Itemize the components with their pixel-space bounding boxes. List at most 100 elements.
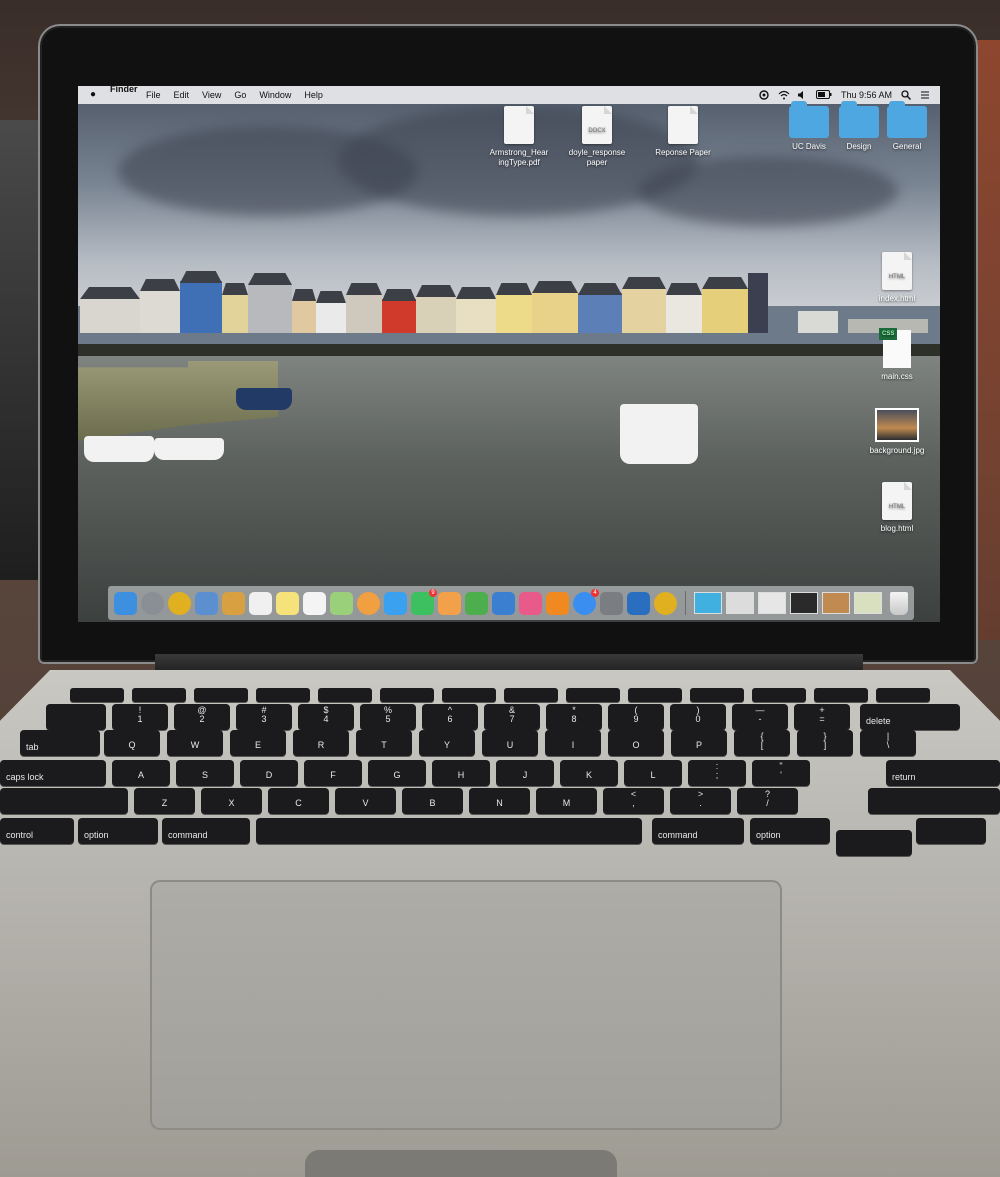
delete-key[interactable]: delete <box>860 704 960 730</box>
space-bar[interactable] <box>256 818 642 844</box>
key-number-row[interactable]: % 5 <box>360 704 416 730</box>
volume-icon[interactable] <box>797 90 807 100</box>
finder-icon[interactable] <box>114 591 137 615</box>
desktop-folder-general[interactable]: General <box>872 101 940 152</box>
numbers-icon[interactable] <box>465 591 488 615</box>
battery-icon[interactable] <box>815 90 832 100</box>
key-letter[interactable]: H <box>432 760 490 786</box>
contacts-icon[interactable] <box>222 591 245 615</box>
messages-icon[interactable] <box>384 591 407 615</box>
function-key[interactable] <box>690 688 744 702</box>
function-key[interactable] <box>318 688 372 702</box>
left-option-key[interactable]: option <box>78 818 158 844</box>
trash-icon[interactable] <box>890 591 908 615</box>
key-letter[interactable]: C <box>268 788 329 814</box>
list-icon[interactable] <box>920 90 930 100</box>
key-letter[interactable]: Y <box>419 730 475 756</box>
function-key[interactable] <box>876 688 930 702</box>
dock-stack-thumbnail[interactable] <box>854 592 882 614</box>
chrome-canary-icon[interactable] <box>654 591 677 615</box>
function-key[interactable] <box>566 688 620 702</box>
key-letter[interactable]: ? / <box>737 788 798 814</box>
desktop-file-index-html[interactable]: HTML index.html <box>862 252 932 304</box>
arrow-up-key[interactable] <box>916 818 986 844</box>
brackets-icon[interactable] <box>627 591 650 615</box>
desktop-file-reponse-paper[interactable]: Reponse Paper <box>648 106 718 158</box>
launchpad-icon[interactable] <box>141 591 164 615</box>
key-letter[interactable]: Q <box>104 730 160 756</box>
left-shift-key[interactable] <box>0 788 128 814</box>
key-letter[interactable]: P <box>671 730 727 756</box>
dock-stack-thumbnail[interactable] <box>694 592 722 614</box>
right-option-key[interactable]: option <box>750 818 830 844</box>
function-key[interactable] <box>504 688 558 702</box>
right-shift-key[interactable] <box>868 788 1000 814</box>
function-key[interactable] <box>70 688 124 702</box>
key-letter[interactable]: { [ <box>734 730 790 756</box>
key-number-row[interactable]: + = <box>794 704 850 730</box>
key-letter[interactable]: M <box>536 788 597 814</box>
key-letter[interactable]: N <box>469 788 530 814</box>
itunes-icon[interactable] <box>519 591 542 615</box>
key-number-row[interactable]: ) 0 <box>670 704 726 730</box>
key-number-row[interactable]: * 8 <box>546 704 602 730</box>
return-key[interactable]: return <box>886 760 1000 786</box>
dock-stack-thumbnail[interactable] <box>790 592 818 614</box>
desktop-file-doyle[interactable]: DOCX doyle_response paper <box>562 106 632 168</box>
menu-edit[interactable]: Edit <box>174 90 190 100</box>
left-command-key[interactable]: command <box>162 818 250 844</box>
key-letter[interactable]: D <box>240 760 298 786</box>
wifi-icon[interactable] <box>778 90 790 100</box>
key-letter[interactable]: J <box>496 760 554 786</box>
system-preferences-icon[interactable] <box>600 591 623 615</box>
preview-icon[interactable] <box>195 591 218 615</box>
key-letter[interactable]: X <box>201 788 262 814</box>
desktop-file-background-jpg[interactable]: background.jpg <box>862 408 932 456</box>
right-command-key[interactable]: command <box>652 818 744 844</box>
key-letter[interactable]: < , <box>603 788 664 814</box>
key-number-row[interactable]: # 3 <box>236 704 292 730</box>
key-number-row[interactable]: & 7 <box>484 704 540 730</box>
dock-stack-thumbnail[interactable] <box>726 592 754 614</box>
function-key[interactable] <box>256 688 310 702</box>
reminders-icon[interactable] <box>303 591 326 615</box>
key-letter[interactable]: Z <box>134 788 195 814</box>
tab-key[interactable]: tab <box>20 730 100 756</box>
apple-menu-icon[interactable]: ● <box>90 89 102 101</box>
key-letter[interactable]: W <box>167 730 223 756</box>
key-letter[interactable]: I <box>545 730 601 756</box>
key-letter[interactable]: E <box>230 730 286 756</box>
chrome-icon[interactable] <box>168 591 191 615</box>
dock-stack-thumbnail[interactable] <box>758 592 786 614</box>
calendar-icon[interactable] <box>249 591 272 615</box>
maps-icon[interactable] <box>330 591 353 615</box>
arrow-left-key[interactable] <box>836 830 912 856</box>
function-key[interactable] <box>132 688 186 702</box>
photos-icon[interactable] <box>357 591 380 615</box>
key-letter[interactable]: } ] <box>797 730 853 756</box>
desktop-file-main-css[interactable]: CSS main.css <box>862 328 932 382</box>
function-key[interactable] <box>194 688 248 702</box>
caps-lock-key[interactable]: caps lock <box>0 760 106 786</box>
bluetooth-icon[interactable] <box>759 90 769 100</box>
key-letter[interactable]: O <box>608 730 664 756</box>
key-letter[interactable]: R <box>293 730 349 756</box>
menu-help[interactable]: Help <box>304 90 323 100</box>
menu-app-name[interactable]: Finder <box>110 86 138 107</box>
key-letter[interactable]: G <box>368 760 426 786</box>
ibooks-icon[interactable] <box>546 591 569 615</box>
pages-icon[interactable] <box>438 591 461 615</box>
search-icon[interactable] <box>901 90 911 100</box>
key-number-row[interactable]: $ 4 <box>298 704 354 730</box>
function-key[interactable] <box>628 688 682 702</box>
key-number-row[interactable]: — - <box>732 704 788 730</box>
key-letter[interactable]: K <box>560 760 618 786</box>
desktop-file-armstrong[interactable]: Armstrong_Hear ingType.pdf <box>484 106 554 168</box>
menu-view[interactable]: View <box>202 90 221 100</box>
key-number-row[interactable]: ^ 6 <box>422 704 478 730</box>
key-letter[interactable]: S <box>176 760 234 786</box>
facetime-icon[interactable]: 9 <box>411 588 437 615</box>
desktop-file-blog-html[interactable]: HTML blog.html <box>862 482 932 534</box>
dock-stack-thumbnail[interactable] <box>822 592 850 614</box>
key-letter[interactable]: U <box>482 730 538 756</box>
